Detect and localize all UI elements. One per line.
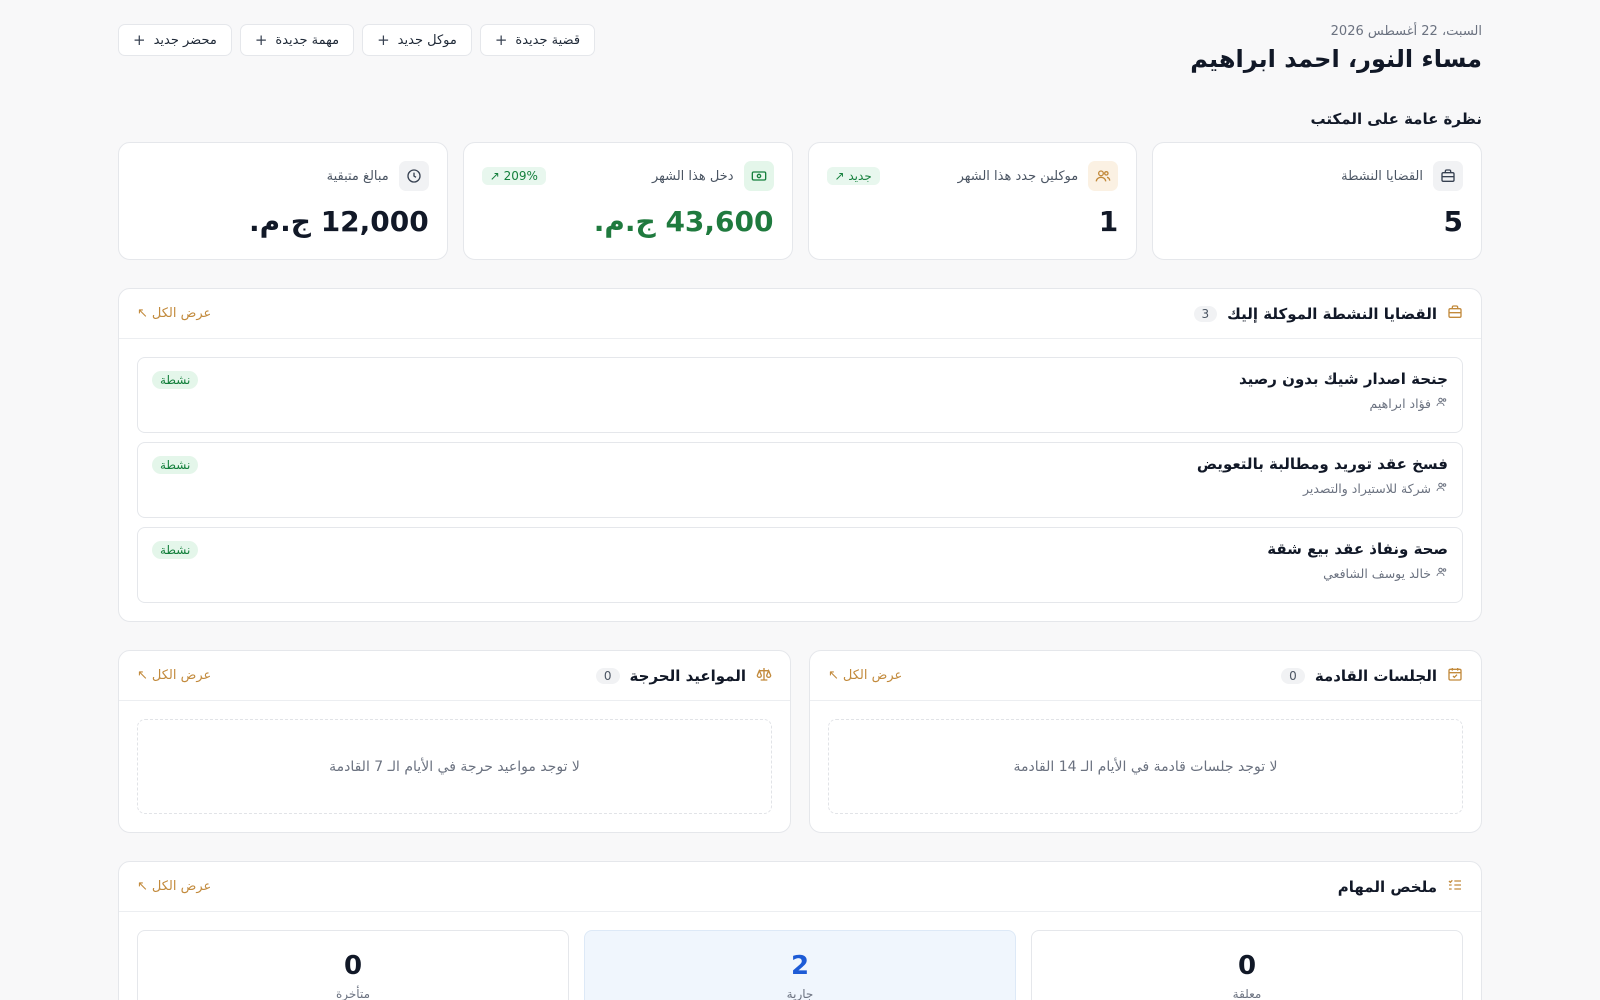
- arrow-up-left-icon: ↖: [137, 879, 148, 894]
- users-icon: [1436, 481, 1448, 496]
- empty-state: لا توجد مواعيد حرجة في الأيام الـ 7 القا…: [137, 719, 772, 814]
- new-task-label: مهمة جديدة: [275, 32, 340, 48]
- new-case-button[interactable]: قضية جديدة +: [479, 24, 596, 56]
- trend-badge: جديد ↗: [826, 167, 880, 185]
- trend-badge: 209% ↗: [481, 167, 546, 185]
- case-client: شركة للاستيراد والتصدير: [1197, 481, 1448, 496]
- users-icon: [1436, 396, 1448, 411]
- panel-title: ملخص المهام: [1337, 877, 1437, 896]
- task-stat-pending[interactable]: 0 معلقة: [1031, 930, 1463, 1000]
- plus-icon: +: [494, 31, 508, 49]
- view-all-deadlines-link[interactable]: عرض الكل ↖: [137, 668, 211, 683]
- upcoming-sessions-panel: الجلسات القادمة 0 عرض الكل ↖ لا توجد جلسا…: [809, 650, 1482, 833]
- current-date: السبت، 22 أغسطس 2026: [1330, 24, 1482, 39]
- two-column-row: الجلسات القادمة 0 عرض الكل ↖ لا توجد جلسا…: [118, 622, 1482, 833]
- calendar-check-icon: [1447, 666, 1463, 686]
- stat-label: القضايا النشطة: [1341, 168, 1423, 184]
- case-item[interactable]: فسخ عقد توريد ومطالبة بالتعويض شركة للاس…: [137, 442, 1463, 518]
- greeting-block: السبت، 22 أغسطس 2026 مساء النور، احمد اب…: [1190, 24, 1482, 73]
- view-all-cases-link[interactable]: عرض الكل ↖: [137, 306, 211, 321]
- list-check-icon: [1447, 877, 1463, 897]
- view-all-sessions-link[interactable]: عرض الكل ↖: [828, 668, 902, 683]
- stat-monthly-income: دخل هذا الشهر 209% ↗ 43,600 ج.م.: [462, 142, 793, 260]
- status-badge: نشطة: [152, 456, 199, 474]
- stat-label: موكلين جدد هذا الشهر: [957, 168, 1079, 184]
- quick-actions: قضية جديدة + موكل جديد + مهمة جديدة + مح…: [118, 24, 596, 56]
- stat-value: 12,000 ج.م.: [248, 205, 429, 238]
- stats-row: القضايا النشطة 5 موكلين جدد هذا الشهر جد…: [118, 142, 1482, 260]
- plus-icon: +: [133, 31, 146, 49]
- arrow-up-left-icon: ↖: [137, 306, 148, 321]
- new-minutes-label: محضر جديد: [153, 32, 217, 48]
- empty-state: لا توجد جلسات قادمة في الأيام الـ 14 الق…: [828, 719, 1463, 814]
- dashboard-page: السبت، 22 أغسطس 2026 مساء النور، احمد اب…: [0, 0, 1600, 1000]
- case-item[interactable]: صحة ونفاذ عقد بيع شقة خالد يوسف الشافعي …: [137, 527, 1463, 603]
- arrow-up-left-icon: ↖: [828, 668, 839, 683]
- new-case-label: قضية جديدة: [515, 32, 581, 48]
- users-icon: [1436, 566, 1448, 581]
- case-title: صحة ونفاذ عقد بيع شقة: [1267, 540, 1448, 558]
- status-badge: نشطة: [152, 371, 199, 389]
- case-client: خالد يوسف الشافعي: [1267, 566, 1448, 581]
- stat-label: مبالغ متبقية: [326, 168, 389, 184]
- stat-value: 1: [1098, 205, 1119, 238]
- clock-icon: [398, 161, 429, 191]
- case-title: جنحة اصدار شيك بدون رصيد: [1239, 370, 1448, 388]
- plus-icon: +: [254, 31, 268, 49]
- scales-icon: [756, 666, 772, 686]
- new-client-label: موكل جديد: [397, 32, 457, 48]
- task-count: 0: [1237, 951, 1257, 981]
- new-minutes-button[interactable]: محضر جديد +: [118, 24, 232, 56]
- panel-title: القضايا النشطة الموكلة إليك: [1227, 304, 1437, 323]
- status-badge: نشطة: [152, 541, 199, 559]
- case-title: فسخ عقد توريد ومطالبة بالتعويض: [1196, 455, 1448, 473]
- overview-title: نظرة عامة على المكتب: [1310, 110, 1482, 128]
- task-label: جارية: [786, 987, 814, 1000]
- task-count: 2: [790, 951, 810, 981]
- critical-deadlines-panel: المواعيد الحرجة 0 عرض الكل ↖ لا توجد مواع…: [118, 650, 791, 833]
- count-badge: 0: [595, 667, 620, 684]
- task-label: متأخرة: [335, 987, 371, 1000]
- stat-label: دخل هذا الشهر: [651, 168, 734, 184]
- new-client-button[interactable]: موكل جديد +: [362, 24, 472, 56]
- page-header: السبت، 22 أغسطس 2026 مساء النور، احمد اب…: [118, 0, 1482, 100]
- stat-active-cases: القضايا النشطة 5: [1152, 142, 1482, 260]
- task-stat-overdue[interactable]: 0 متأخرة: [137, 930, 569, 1000]
- task-stat-in-progress[interactable]: 2 جارية: [584, 930, 1016, 1000]
- page-title: مساء النور، احمد ابراهيم: [1190, 45, 1482, 73]
- arrow-up-left-icon: ↖: [137, 668, 148, 683]
- panel-title: المواعيد الحرجة: [629, 666, 746, 685]
- stat-new-clients: موكلين جدد هذا الشهر جديد ↗ 1: [807, 142, 1138, 260]
- count-badge: 3: [1193, 305, 1218, 322]
- task-count: 0: [343, 951, 363, 981]
- task-label: معلقة: [1232, 987, 1262, 1000]
- case-client: فؤاد ابراهيم: [1239, 396, 1448, 411]
- tasks-summary-panel: ملخص المهام عرض الكل ↖ 0 معلقة 2 جارية 0 …: [118, 861, 1482, 1000]
- briefcase-icon: [1447, 304, 1463, 324]
- stat-remaining-amounts: مبالغ متبقية 12,000 ج.م.: [118, 142, 448, 260]
- stat-value: 43,600 ج.م.: [593, 205, 774, 238]
- stat-value: 5: [1443, 205, 1463, 238]
- panel-title: الجلسات القادمة: [1314, 666, 1437, 685]
- users-icon: [1088, 161, 1119, 191]
- plus-icon: +: [377, 31, 390, 49]
- active-cases-panel: القضايا النشطة الموكلة إليك 3 عرض الكل ↖ …: [118, 288, 1482, 622]
- new-task-button[interactable]: مهمة جديدة +: [239, 24, 355, 56]
- count-badge: 0: [1281, 667, 1305, 684]
- cash-icon: [743, 161, 774, 191]
- case-item[interactable]: جنحة اصدار شيك بدون رصيد فؤاد ابراهيم نش…: [137, 357, 1463, 433]
- view-all-tasks-link[interactable]: عرض الكل ↖: [137, 879, 211, 894]
- briefcase-icon: [1433, 161, 1463, 191]
